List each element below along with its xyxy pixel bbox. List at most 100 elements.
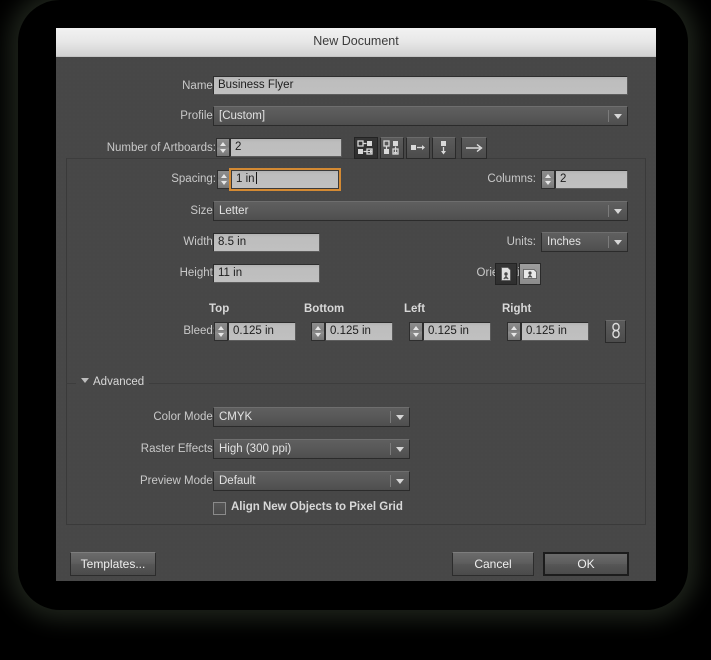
dropdown-separator <box>608 110 609 122</box>
spacing-stepper[interactable] <box>217 170 231 189</box>
bleed-bottom-label: Bottom <box>304 303 345 315</box>
bleed-right-stepper[interactable] <box>507 322 521 341</box>
stepper-down-icon[interactable] <box>218 333 224 337</box>
stepper-up-icon[interactable] <box>218 326 224 330</box>
artboard-arrange-by-row-button[interactable] <box>406 137 430 159</box>
units-label: Units: <box>506 236 536 248</box>
spacing-input[interactable]: 1 in <box>229 168 341 191</box>
bleed-link-button[interactable] <box>605 320 626 343</box>
bleed-top-stepper[interactable] <box>214 322 228 341</box>
artboards-input[interactable]: 2 <box>230 138 342 157</box>
profile-select[interactable]: [Custom] <box>213 106 628 126</box>
dialog-body: Advanced Name: Business Flyer Profile: [… <box>56 57 656 581</box>
stepper-down-icon[interactable] <box>221 181 227 185</box>
bleed-left-label: Left <box>404 303 426 315</box>
grid-by-row-icon <box>357 140 373 155</box>
bleed-right-input[interactable]: 0.125 in <box>521 322 589 341</box>
artboard-grid-by-column-button[interactable] <box>380 137 404 159</box>
chevron-down-icon <box>81 378 89 383</box>
bleed-left-stepper[interactable] <box>409 322 423 341</box>
artboards-stepper[interactable] <box>216 138 230 157</box>
chevron-down-icon <box>614 114 622 119</box>
stepper-down-icon[interactable] <box>511 333 517 337</box>
dropdown-separator <box>390 411 391 423</box>
stepper-up-icon[interactable] <box>545 174 551 178</box>
chevron-down-icon <box>396 415 404 420</box>
orientation-portrait-button[interactable] <box>495 263 517 285</box>
advanced-legend-label: Advanced <box>93 376 145 388</box>
spacing-value: 1 in <box>236 173 255 185</box>
preview-mode-label: Preview Mode: <box>139 475 216 487</box>
landscape-icon <box>523 269 537 279</box>
bleed-bottom-input[interactable]: 0.125 in <box>325 322 393 341</box>
cancel-button[interactable]: Cancel <box>452 552 534 576</box>
name-label: Name: <box>182 80 216 92</box>
artboard-grid-by-row-button[interactable] <box>354 137 378 159</box>
spacing-label: Spacing: <box>171 173 216 185</box>
stepper-down-icon[interactable] <box>545 181 551 185</box>
portrait-icon <box>501 267 511 281</box>
chevron-down-icon <box>396 479 404 484</box>
bleed-top-label: Top <box>209 303 230 315</box>
artboards-label: Number of Artboards: <box>106 142 216 154</box>
dialog-title: New Document <box>313 34 399 48</box>
bleed-top-input[interactable]: 0.125 in <box>228 322 296 341</box>
profile-label: Profile: <box>180 110 216 122</box>
raster-effects-select[interactable]: High (300 ppi) <box>213 439 410 459</box>
size-label: Size: <box>190 205 216 217</box>
size-select[interactable]: Letter <box>213 201 628 221</box>
color-mode-select[interactable]: CMYK <box>213 407 410 427</box>
columns-label: Columns: <box>487 173 536 185</box>
stepper-up-icon[interactable] <box>221 174 227 178</box>
units-value: Inches <box>547 236 581 248</box>
preview-mode-value: Default <box>219 475 256 487</box>
ok-button[interactable]: OK <box>543 552 629 576</box>
chevron-down-icon <box>396 447 404 452</box>
chevron-down-icon <box>614 209 622 214</box>
dropdown-separator <box>390 475 391 487</box>
dropdown-separator <box>390 443 391 455</box>
units-select[interactable]: Inches <box>541 232 628 252</box>
bleed-label: Bleed: <box>183 325 216 337</box>
grid-by-column-icon <box>383 140 399 155</box>
height-input[interactable]: 11 in <box>213 264 320 283</box>
stepper-up-icon[interactable] <box>315 326 321 330</box>
dropdown-separator <box>608 236 609 248</box>
width-input[interactable]: 8.5 in <box>213 233 320 252</box>
profile-value: [Custom] <box>219 110 266 122</box>
dialog-titlebar[interactable]: New Document <box>56 28 656 58</box>
arrange-by-column-icon <box>441 141 446 155</box>
bleed-right-label: Right <box>502 303 532 315</box>
stepper-up-icon[interactable] <box>511 326 517 330</box>
size-value: Letter <box>219 205 249 217</box>
link-chain-icon <box>611 322 620 339</box>
dropdown-separator <box>608 205 609 217</box>
preview-mode-select[interactable]: Default <box>213 471 410 491</box>
align-pixel-grid-checkbox[interactable] <box>213 502 226 515</box>
orientation-landscape-button[interactable] <box>519 263 541 285</box>
bleed-left-input[interactable]: 0.125 in <box>423 322 491 341</box>
raster-effects-label: Raster Effects: <box>140 443 216 455</box>
templates-button[interactable]: Templates... <box>70 552 156 576</box>
advanced-legend[interactable]: Advanced <box>76 376 150 388</box>
text-caret <box>255 172 257 184</box>
chevron-down-icon <box>614 240 622 245</box>
stepper-down-icon[interactable] <box>315 333 321 337</box>
columns-input[interactable]: 2 <box>555 170 628 189</box>
color-mode-value: CMYK <box>219 411 253 423</box>
artboard-arrange-by-column-button[interactable] <box>432 137 456 159</box>
arrange-by-row-icon <box>411 145 425 150</box>
align-pixel-grid-label: Align New Objects to Pixel Grid <box>231 501 403 513</box>
stepper-down-icon[interactable] <box>220 149 226 153</box>
new-document-dialog: New Document Advanced Name: Business Fly… <box>56 28 656 581</box>
stepper-down-icon[interactable] <box>413 333 419 337</box>
bleed-bottom-stepper[interactable] <box>311 322 325 341</box>
color-mode-label: Color Mode: <box>153 411 216 423</box>
stepper-up-icon[interactable] <box>413 326 419 330</box>
artboard-left-to-right-button[interactable] <box>461 137 487 159</box>
columns-stepper[interactable] <box>541 170 555 189</box>
stepper-up-icon[interactable] <box>220 142 226 146</box>
name-input[interactable]: Business Flyer <box>213 76 628 95</box>
height-label: Height: <box>179 267 216 279</box>
raster-effects-value: High (300 ppi) <box>219 443 292 455</box>
